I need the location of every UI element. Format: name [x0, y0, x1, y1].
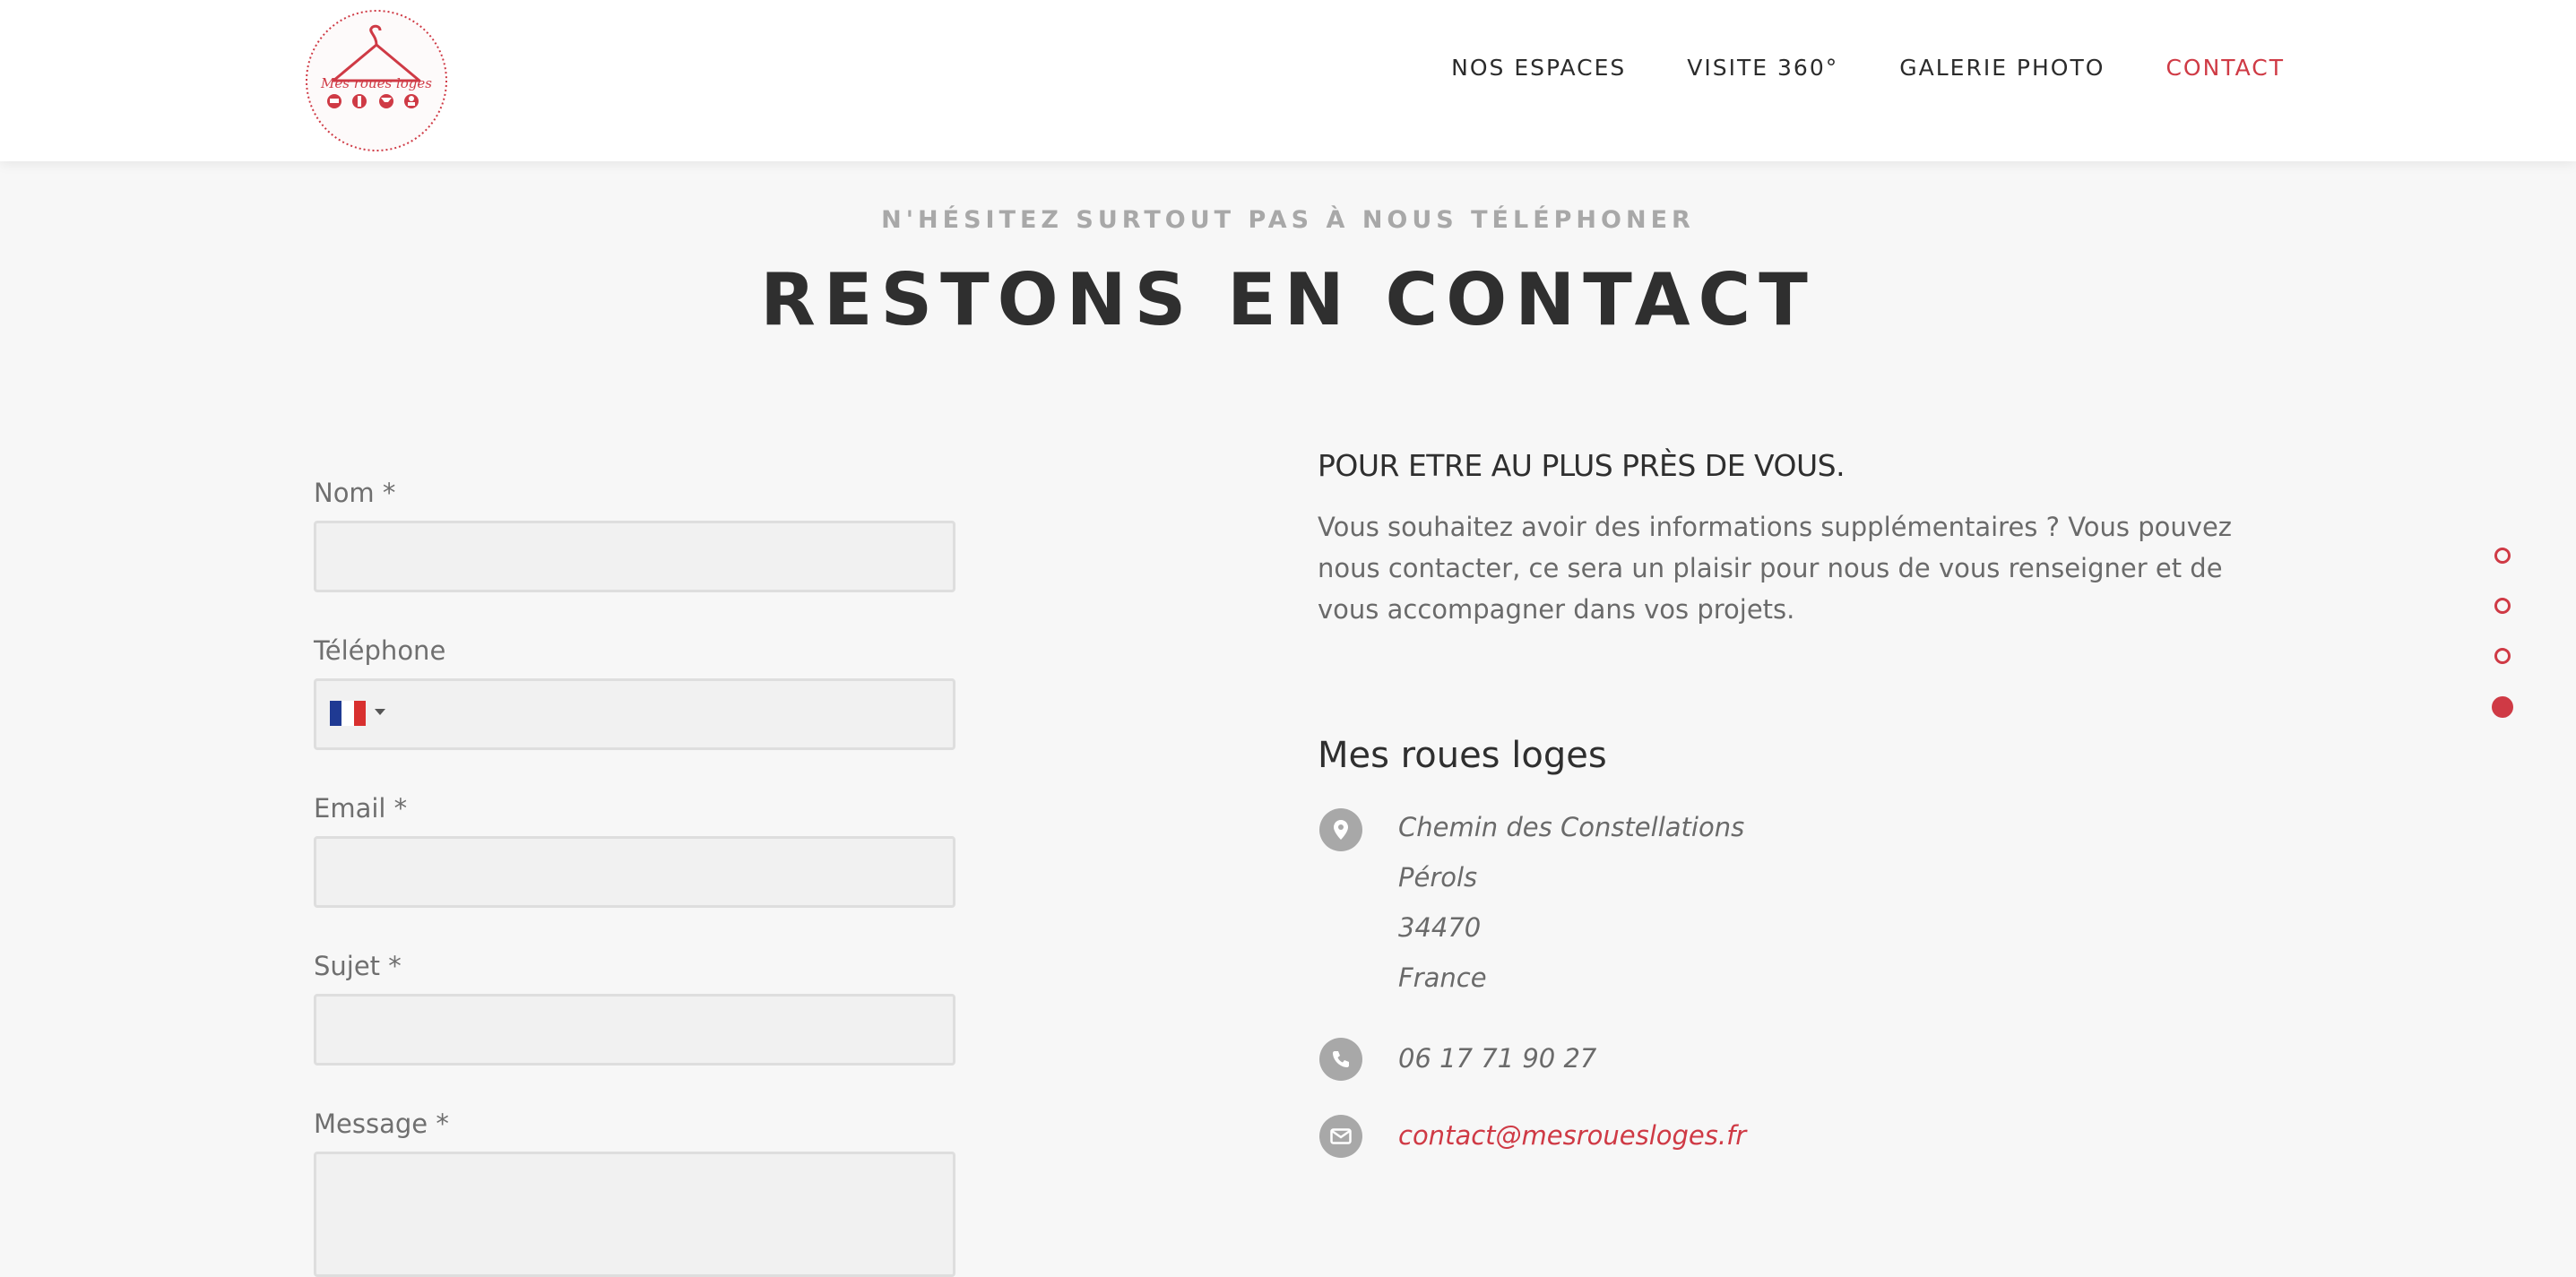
nav-item-nos-espaces[interactable]: NOS ESPACES: [1451, 55, 1626, 81]
site-header: Mes roues loges NOS ESPACES VISITE 360° …: [0, 0, 2576, 161]
email-input[interactable]: [314, 836, 955, 908]
address-country: France: [1398, 962, 1487, 993]
address-postcode: 34470: [1398, 912, 1482, 943]
phone-input-wrapper: [314, 678, 955, 750]
email-link[interactable]: contact@mesrouesloges.fr: [1398, 1120, 1746, 1151]
country-dropdown-icon[interactable]: [375, 709, 385, 715]
nav-item-contact[interactable]: CONTACT: [2165, 55, 2285, 81]
email-field-group: Email *: [314, 786, 955, 908]
phone-icon: [1319, 1038, 1362, 1081]
message-field-group: Message *: [314, 1101, 955, 1277]
company-name: Mes roues loges: [1318, 735, 1607, 776]
subject-field-group: Sujet *: [314, 944, 955, 1066]
message-textarea[interactable]: [314, 1152, 955, 1277]
email-label: Email *: [314, 793, 408, 824]
svg-text:Mes roues loges: Mes roues loges: [320, 75, 432, 91]
phone-input[interactable]: [314, 678, 955, 750]
address-city: Pérols: [1398, 862, 1478, 893]
section-kicker: N'HÉSITEZ SURTOUT PAS À NOUS TÉLÉPHONER: [881, 206, 1695, 234]
message-label: Message *: [314, 1109, 449, 1139]
name-input[interactable]: [314, 521, 955, 592]
info-heading: POUR ETRE AU PLUS PRÈS DE VOUS.: [1318, 448, 1846, 483]
nav-item-galerie-photo[interactable]: GALERIE PHOTO: [1899, 55, 2105, 81]
name-label: Nom *: [314, 478, 396, 508]
france-flag-icon[interactable]: [330, 701, 366, 726]
site-logo[interactable]: Mes roues loges: [303, 7, 450, 154]
page-title: RESTONS EN CONTACT: [760, 258, 1816, 341]
subject-input[interactable]: [314, 994, 955, 1066]
contact-info: POUR ETRE AU PLUS PRÈS DE VOUS. Vous sou…: [1318, 448, 2259, 630]
section-dot-1[interactable]: [2494, 548, 2511, 564]
phone-number[interactable]: 06 17 71 90 27: [1398, 1043, 1596, 1074]
section-dot-3[interactable]: [2494, 648, 2511, 664]
contact-form: Nom * Téléphone Email * Sujet * Message …: [314, 470, 955, 1277]
name-field-group: Nom *: [314, 470, 955, 592]
nav-item-visite-360[interactable]: VISITE 360°: [1687, 55, 1838, 81]
phone-label: Téléphone: [314, 635, 446, 666]
section-dot-4-active[interactable]: [2492, 696, 2513, 718]
location-pin-icon: [1319, 808, 1362, 851]
subject-label: Sujet *: [314, 951, 402, 981]
envelope-icon: [1319, 1115, 1362, 1158]
address-street: Chemin des Constellations: [1398, 812, 1745, 842]
section-dot-2[interactable]: [2494, 598, 2511, 614]
info-description: Vous souhaitez avoir des informations su…: [1318, 512, 2233, 625]
main-nav: NOS ESPACES VISITE 360° GALERIE PHOTO CO…: [1451, 0, 2285, 134]
phone-field-group: Téléphone: [314, 628, 955, 750]
